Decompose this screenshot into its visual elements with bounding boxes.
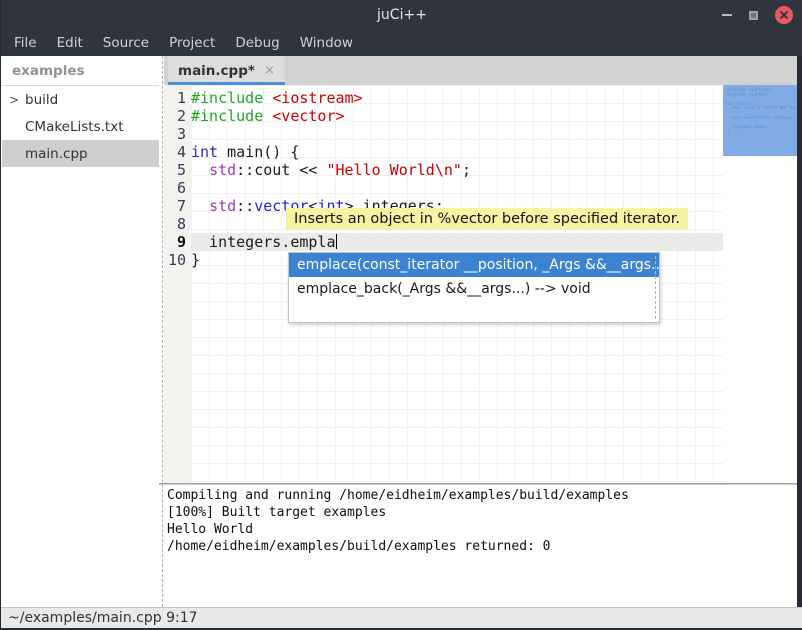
code-token: #include bbox=[191, 89, 263, 107]
line-number-gutter: 12345678910 bbox=[164, 85, 191, 483]
minimap-viewport[interactable] bbox=[723, 85, 798, 156]
menu-item-edit[interactable]: Edit bbox=[47, 30, 93, 56]
tree-item-build[interactable]: >build bbox=[2, 86, 159, 113]
line-number: 4 bbox=[164, 143, 191, 161]
code-token bbox=[263, 107, 272, 125]
code-token: ::cout << bbox=[236, 161, 326, 179]
line-number: 3 bbox=[164, 125, 191, 143]
code-token: ; bbox=[462, 161, 471, 179]
minimize-icon[interactable] bbox=[722, 14, 732, 16]
code-token: :: bbox=[236, 197, 254, 215]
doc-tooltip: Inserts an object in %vector before spec… bbox=[286, 208, 688, 230]
tree-item-label: main.cpp bbox=[2, 146, 88, 162]
menu-item-debug[interactable]: Debug bbox=[225, 30, 289, 56]
project-name-header: examples bbox=[2, 56, 159, 86]
code-token bbox=[263, 89, 272, 107]
code-token: "Hello World\n" bbox=[326, 161, 461, 179]
statusbar: ~/examples/main.cpp 9:17 bbox=[1, 607, 802, 628]
minimap[interactable]: #include <iostream> #include <vector> in… bbox=[723, 85, 798, 483]
restore-icon[interactable] bbox=[749, 11, 758, 20]
menubar: FileEditSourceProjectDebugWindow bbox=[1, 30, 802, 56]
tab-label: main.cpp* bbox=[178, 63, 255, 79]
code-token: std bbox=[209, 161, 236, 179]
tree-item-cmakelists.txt[interactable]: CMakeLists.txt bbox=[2, 113, 159, 140]
code-token: integers.empla bbox=[191, 233, 336, 251]
line-number: 7 bbox=[164, 197, 191, 215]
line-number: 8 bbox=[164, 215, 191, 233]
menu-item-window[interactable]: Window bbox=[290, 30, 363, 56]
window-title: juCi++ bbox=[1, 0, 802, 30]
code-token bbox=[191, 161, 209, 179]
close-icon[interactable] bbox=[775, 6, 793, 24]
code-token: <iostream> bbox=[272, 89, 362, 107]
line-number: 1 bbox=[164, 89, 191, 107]
menu-item-source[interactable]: Source bbox=[93, 30, 159, 56]
chevron-right-icon[interactable]: > bbox=[9, 93, 23, 107]
window-border-right bbox=[797, 56, 802, 607]
line-number: 5 bbox=[164, 161, 191, 179]
autocomplete-popup: emplace(const_iterator __position, _Args… bbox=[288, 252, 660, 323]
tree-item-main.cpp[interactable]: main.cpp bbox=[2, 140, 159, 167]
code-line: #include <iostream> bbox=[191, 89, 723, 107]
completion-item[interactable]: emplace_back(_Args &&__args...) --> void bbox=[289, 277, 659, 301]
menu-item-file[interactable]: File bbox=[4, 30, 47, 56]
code-line bbox=[191, 125, 723, 143]
tab-close-icon[interactable]: × bbox=[264, 64, 275, 77]
build-output-panel[interactable]: Compiling and running /home/eidheim/exam… bbox=[164, 486, 799, 607]
code-line: std::cout << "Hello World\n"; bbox=[191, 161, 723, 179]
vertical-pane-splitter[interactable] bbox=[160, 56, 163, 607]
code-token bbox=[191, 197, 209, 215]
code-token: } bbox=[191, 251, 200, 269]
code-line: integers.empla bbox=[191, 233, 723, 251]
completion-item[interactable]: emplace(const_iterator __position, _Args… bbox=[289, 253, 659, 277]
code-line bbox=[191, 179, 723, 197]
line-number: 6 bbox=[164, 179, 191, 197]
menu-item-project[interactable]: Project bbox=[159, 30, 225, 56]
line-number: 10 bbox=[164, 251, 191, 269]
popup-scrollbar[interactable] bbox=[655, 256, 656, 319]
code-token: std bbox=[209, 197, 236, 215]
code-line: #include <vector> bbox=[191, 107, 723, 125]
app-window: juCi++ FileEditSourceProjectDebugWindow … bbox=[0, 0, 802, 630]
titlebar[interactable]: juCi++ bbox=[1, 0, 802, 30]
line-number: 9 bbox=[164, 233, 191, 251]
code-token: #include bbox=[191, 107, 263, 125]
code-line: int main() { bbox=[191, 143, 723, 161]
text-cursor bbox=[336, 234, 337, 249]
horizontal-pane-splitter[interactable] bbox=[159, 483, 802, 485]
code-token: main() { bbox=[218, 143, 299, 161]
tab-main-cpp[interactable]: main.cpp* × bbox=[168, 56, 285, 85]
code-token: int bbox=[191, 143, 218, 161]
line-number: 2 bbox=[164, 107, 191, 125]
tabbar: main.cpp* × bbox=[164, 56, 798, 85]
tree-item-label: CMakeLists.txt bbox=[2, 119, 124, 135]
window-controls bbox=[722, 0, 793, 30]
code-token: <vector> bbox=[272, 107, 344, 125]
file-tree: >build CMakeLists.txt main.cpp bbox=[2, 86, 159, 167]
file-tree-panel: examples >build CMakeLists.txt main.cpp bbox=[2, 56, 159, 607]
